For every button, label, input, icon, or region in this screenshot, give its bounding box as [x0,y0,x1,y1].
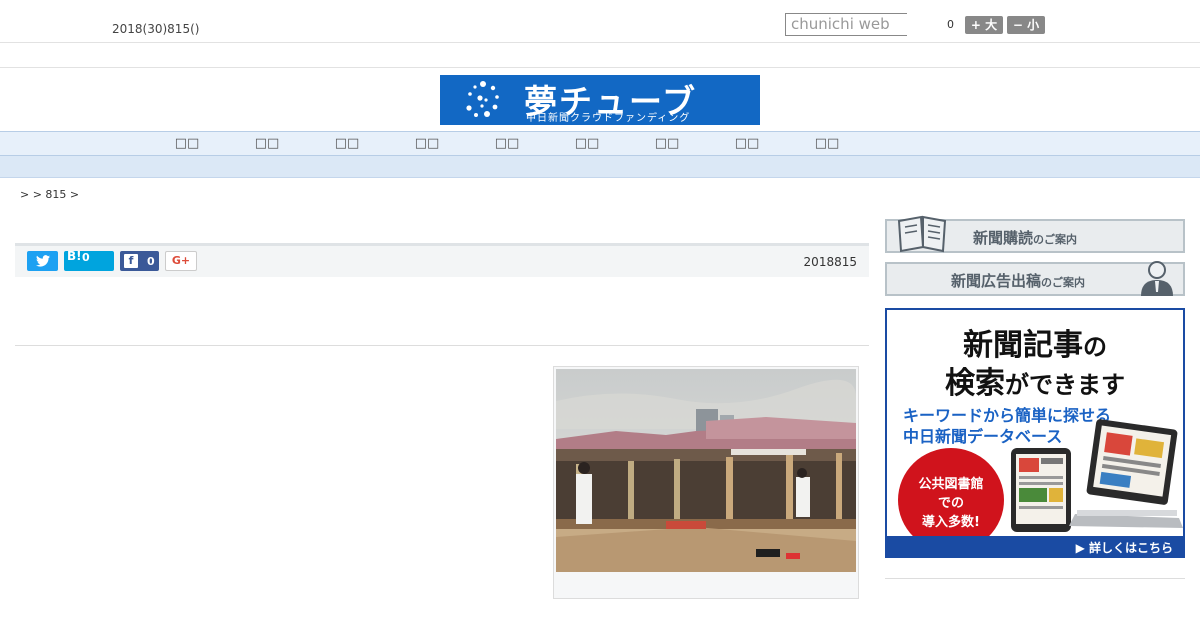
facebook-count: 0 [147,255,155,268]
subscription-banner-text: 新聞購読のご案内 [973,229,1078,247]
top-bar: 2018(30)815() chunichi web 0 + 大 − 小 [0,0,1200,43]
counter-text: 0 [947,18,954,31]
ad-headline-2: 検索ができます [945,366,1125,401]
advertising-banner-text: 新聞広告出稿のご案内 [951,272,1086,290]
secondary-header-band [0,44,1200,68]
nav-item-1[interactable]: □□ [167,136,207,151]
boat-workers-photo [556,369,856,572]
article-date: 2018815 [803,255,857,269]
nav-item-5[interactable]: □□ [487,136,527,151]
nav-item-9[interactable]: □□ [807,136,847,151]
newspaper-advertising-banner[interactable]: 新聞広告出稿のご案内 [885,261,1185,296]
nav-item-4[interactable]: □□ [407,136,447,151]
breadcrumb[interactable]: > > 815 > [20,188,79,201]
businessman-icon [1141,261,1173,296]
article-search-ad[interactable]: 新聞記事の 検索ができます キーワードから簡単に探せる 中日新聞データベース 公… [885,308,1185,558]
twitter-bird-icon [35,255,50,267]
sub-navigation [0,156,1200,178]
facebook-icon: f [124,254,138,268]
nav-item-7[interactable]: □□ [647,136,687,151]
open-newspaper-icon [897,215,947,253]
newspaper-subscription-banner[interactable]: 新聞購読のご案内 [885,215,1185,253]
nav-item-3[interactable]: □□ [327,136,367,151]
hatena-bookmark-button[interactable]: B! 0 [64,249,114,271]
font-size-large-button[interactable]: + 大 [965,16,1003,34]
nav-item-6[interactable]: □□ [567,136,607,151]
tablet-laptop-icon [1011,419,1183,532]
twitter-share-button[interactable] [27,251,58,271]
facebook-share-button[interactable]: f 0 [120,251,159,271]
ad-more-link[interactable]: ▶ 詳しくはこちら [887,536,1183,556]
share-bar: B! 0 f 0 G+ 2018815 [15,243,869,277]
search-input[interactable]: chunichi web [785,13,907,36]
current-date: 2018(30)815() [112,22,200,36]
hatena-count: 0 [82,251,90,264]
yume-tube-logo[interactable]: 夢チューブ 中日新聞クラウドファンディング [440,75,760,125]
font-size-small-button[interactable]: − 小 [1007,16,1045,34]
dots-ring-icon [466,81,499,117]
article-photo[interactable] [553,366,859,599]
nav-item-2[interactable]: □□ [247,136,287,151]
logo-sub-text: 中日新聞クラウドファンディング [526,113,691,124]
sidebar-divider [885,578,1185,579]
main-navigation: □□ □□ □□ □□ □□ □□ □□ □□ □□ [0,131,1200,156]
hatena-label: B! [67,249,82,263]
ad-more-label: ▶ 詳しくはこちら [1075,541,1173,555]
googleplus-share-button[interactable]: G+ [165,251,197,271]
content-divider [15,345,869,346]
nav-item-8[interactable]: □□ [727,136,767,151]
